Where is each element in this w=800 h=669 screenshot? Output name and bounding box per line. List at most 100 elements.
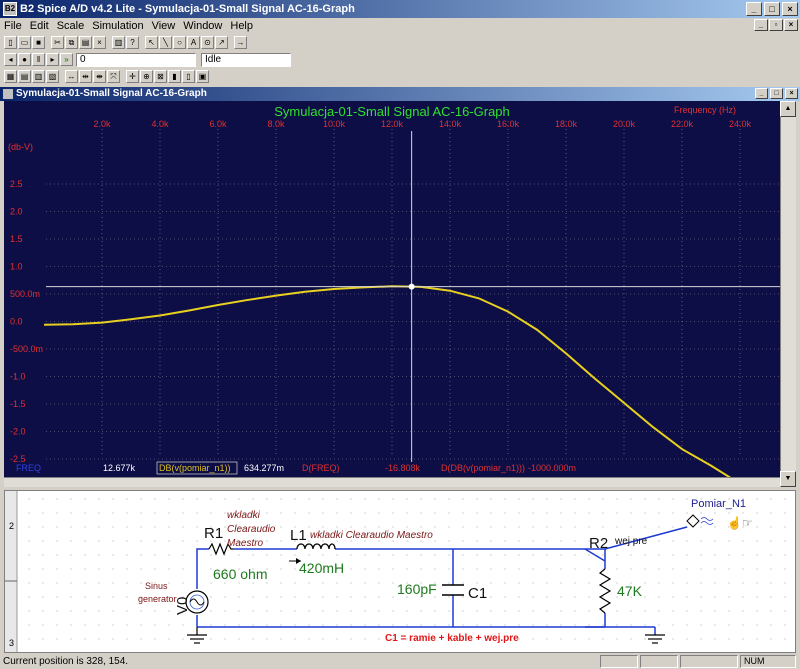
readout-trace-label: DB(v(pomiar_n1)) [159,463,231,473]
c1-caption: C1 = ramie + kable + wej.pre [385,633,519,644]
minimize-button[interactable]: _ [746,2,762,16]
x-tick-label: 16.0k [497,119,520,129]
menu-window[interactable]: Window [179,20,226,32]
graph-list-icon[interactable]: ▤ [18,70,31,83]
close-button[interactable]: × [782,2,798,16]
v0-note-line1: Sinus [145,581,168,591]
y-tick-label: 0.0 [10,317,23,327]
open-file-icon[interactable]: ▭ [18,36,31,49]
probe-label: Pomiar_N1 [691,498,746,510]
pause-icon[interactable]: ‖ [32,53,45,66]
save-icon[interactable]: ■ [32,36,45,49]
menu-file[interactable]: File [0,20,26,32]
scroll-up-icon[interactable]: ▲ [780,101,796,117]
zoom-in-icon[interactable]: ⊕ [140,70,153,83]
v0-signal-generator[interactable] [185,555,209,627]
status-num: NUM [740,655,796,668]
schematic-drawing[interactable]: 2 3 R1 wkladki Clearaudio Maestro 660 oh… [5,491,796,653]
graph-bars-icon[interactable]: ▮ [168,70,181,83]
new-file-icon[interactable]: ▯ [4,36,17,49]
readout-trace-value: 634.277m [244,463,284,473]
paste-icon[interactable]: ▤ [79,36,92,49]
menu-edit[interactable]: Edit [26,20,53,32]
fit-icon[interactable]: ⤧ [107,70,120,83]
probe-icon[interactable]: ⊙ [201,36,214,49]
readout-dfreq-value: -16.808k [385,463,421,473]
x-axis-label: Frequency (Hz) [674,105,736,115]
play-icon[interactable]: ▸ [46,53,59,66]
graph-layout-icon[interactable]: ▣ [196,70,209,83]
graph-vertical-scrollbar[interactable]: ▲ ▼ [780,101,796,487]
scroll-down-icon[interactable]: ▼ [780,471,796,487]
vertical-ruler [5,491,17,652]
ground-symbol-left [187,627,207,644]
cursor-cross-icon[interactable]: ✛ [126,70,139,83]
zoom-icon[interactable]: ○ [173,36,186,49]
x-tick-label: 10.0k [323,119,346,129]
schematic-canvas[interactable]: 2 3 R1 wkladki Clearaudio Maestro 660 oh… [4,490,796,653]
ac-analysis-plot[interactable]: Symulacja-01-Small Signal AC-16-Graph Fr… [4,101,780,477]
r1-note-line1: wkladki [227,510,261,521]
zoom-area-icon[interactable]: ⊠ [154,70,167,83]
rotate-icon[interactable]: → [234,36,247,49]
title-bar: B2 B2 Spice A/D v4.2 Lite - Symulacja-01… [0,0,800,18]
graph-plot-area[interactable]: Symulacja-01-Small Signal AC-16-Graph Fr… [4,101,780,477]
status-panel-1 [600,655,638,668]
step-back-icon[interactable]: ◂ [4,53,17,66]
mdi-restore-button[interactable]: ▫ [769,19,783,31]
x-tick-label: 18.0k [555,119,578,129]
print-icon[interactable]: ▥ [112,36,125,49]
app-icon[interactable]: B2 [3,2,17,16]
mdi-minimize-button[interactable]: _ [754,19,768,31]
menu-help[interactable]: Help [226,20,257,32]
graph-minimize-button[interactable]: _ [755,88,768,99]
window-title: B2 Spice A/D v4.2 Lite - Symulacja-01-Sm… [20,3,355,15]
graph-grid-icon[interactable]: ▥ [32,70,45,83]
y-tick-label: 500.0m [10,289,40,299]
graph-columns-icon[interactable]: ▯ [182,70,195,83]
menu-scale[interactable]: Scale [53,20,89,32]
help-icon[interactable]: ? [126,36,139,49]
graph-document-icon[interactable] [3,89,13,99]
stop-icon[interactable]: ● [18,53,31,66]
y-tick-label: 1.5 [10,234,23,244]
graph-select-icon[interactable]: ▦ [4,70,17,83]
step-value-field[interactable]: 0 [76,52,196,67]
graph-toolbar: ▦ ▤ ▥ ▧ ↔ ⇹ ⇼ ⤧ ✛ ⊕ ⊠ ▮ ▯ ▣ [0,68,800,85]
x-tick-label: 2.0k [93,119,111,129]
y-tick-label: 2.0 [10,207,23,217]
sim-status-field: Idle [201,52,291,67]
maximize-button[interactable]: □ [764,2,780,16]
pointer-icon[interactable]: ↖ [145,36,158,49]
graph-horizontal-scrollbar[interactable] [4,477,780,487]
cut-icon[interactable]: ✂ [51,36,64,49]
x-tick-labels: 2.0k 4.0k 6.0k 8.0k 10.0k 12.0k 14.0k 16.0k 18.0… [93,119,751,129]
pin-icon[interactable]: ↗ [215,36,228,49]
graph-maximize-button[interactable]: □ [770,88,783,99]
x-tick-label: 22.0k [671,119,694,129]
cursor-marker[interactable] [408,283,415,290]
text-icon[interactable]: A [187,36,200,49]
r2-note: wej pre [614,536,648,547]
graph-window-title: Symulacja-01-Small Signal AC-16-Graph [16,88,207,99]
y-tick-label: 2.5 [10,179,23,189]
shrink-horizontal-icon[interactable]: ⇹ [79,70,92,83]
expand-horizontal-icon[interactable]: ↔ [65,70,78,83]
c1-capacitor[interactable] [442,584,464,596]
copy-icon[interactable]: ⧉ [65,36,78,49]
wire-icon[interactable]: ╲ [159,36,172,49]
graph-close-button[interactable]: × [785,88,798,99]
fast-forward-icon[interactable]: » [60,53,73,66]
probe-pomiar-n1[interactable]: ☝☞ [686,514,753,530]
readout-ddb-value: -1000.000m [528,463,576,473]
compress-icon[interactable]: ⇼ [93,70,106,83]
standard-toolbar: ▯ ▭ ■ ✂ ⧉ ▤ × ▥ ? ↖ ╲ ○ A ⊙ ↗ → [0,34,800,51]
menu-simulation[interactable]: Simulation [88,20,147,32]
delete-icon[interactable]: × [93,36,106,49]
graph-table-icon[interactable]: ▧ [46,70,59,83]
mdi-close-button[interactable]: × [784,19,798,31]
r1-note-line2: Clearaudio [227,524,276,535]
r2-resistor[interactable] [598,568,612,614]
l1-note: wkladki Clearaudio Maestro [310,530,433,541]
menu-view[interactable]: View [148,20,180,32]
